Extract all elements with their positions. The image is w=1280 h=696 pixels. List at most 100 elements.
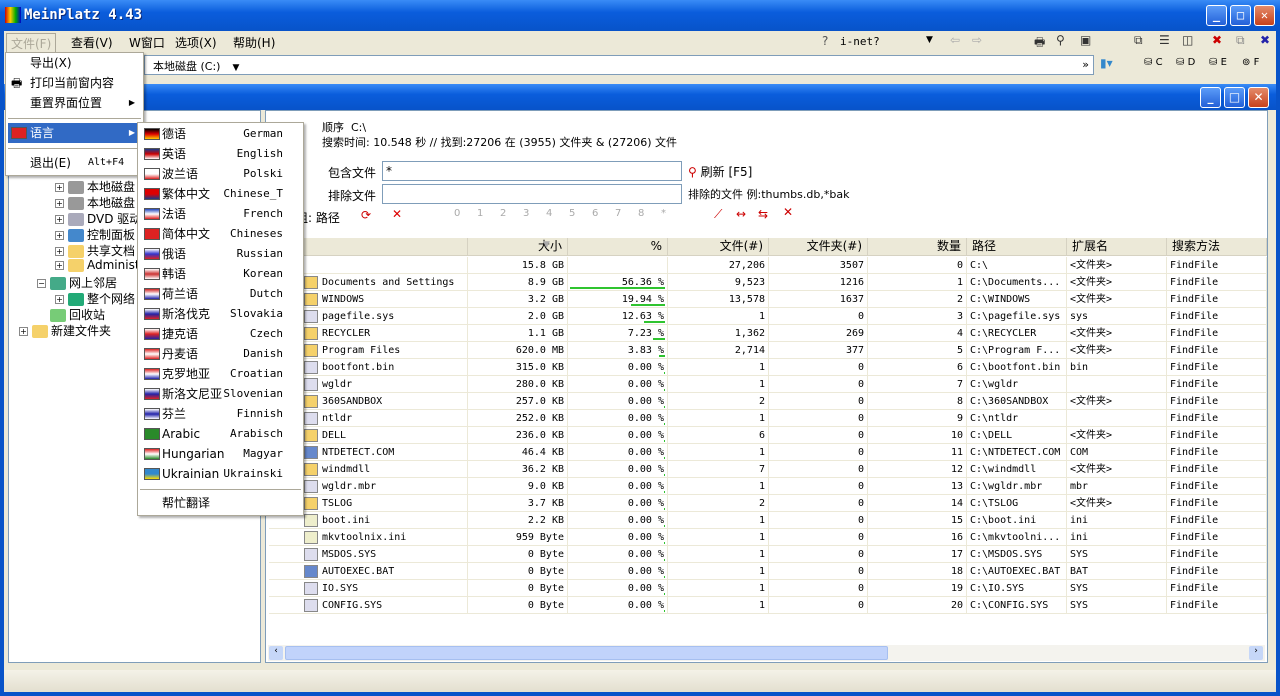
level-4-button[interactable]: 4: [546, 208, 552, 219]
table-row[interactable]: CONFIG.SYS 0 Byte 0.00 % 1 0 20 C:\CONFIG.SYS S…: [269, 597, 1267, 614]
close-button[interactable]: ✕: [1254, 5, 1275, 26]
menu-item-language-option[interactable]: Hungarian Magyar: [140, 444, 301, 464]
back-icon[interactable]: ⇦: [950, 33, 960, 47]
table-row[interactable]: mkvtoolnix.ini 959 Byte 0.00 % 1 0 16 C:\mkvto…: [269, 529, 1267, 546]
menu-item-language-option[interactable]: 韩语 Korean: [140, 264, 301, 284]
column-header[interactable]: 搜索方法: [1167, 238, 1267, 256]
print-icon[interactable]: 🖶: [1034, 33, 1045, 54]
column-header[interactable]: %: [568, 238, 668, 256]
menu-item-language-option[interactable]: 简体中文 Chineses: [140, 224, 301, 244]
menu-item-language-option[interactable]: 英语 English: [140, 144, 301, 164]
drive-f-button[interactable]: ⊚ F: [1242, 57, 1259, 68]
tree-item[interactable]: + 整个网络: [55, 290, 135, 307]
refresh-button[interactable]: ⚲ 刷新 [F5]: [688, 163, 752, 180]
table-row[interactable]: AUTOEXEC.BAT 0 Byte 0.00 % 1 0 18 C:\AUTOEXEC.…: [269, 563, 1267, 580]
fit-columns-icon[interactable]: ⇆: [758, 207, 768, 221]
table-row[interactable]: wgldr 280.0 KB 0.00 % 1 0 7 C:\wgldr FindFile: [269, 376, 1267, 393]
tree-item[interactable]: + 控制面板: [55, 226, 135, 243]
delete-icon[interactable]: ✕: [392, 207, 402, 221]
menu-help[interactable]: 帮助(H): [229, 33, 279, 52]
menu-item-language-option[interactable]: 俄语 Russian: [140, 244, 301, 264]
scroll-left-button[interactable]: ‹: [269, 646, 283, 660]
menu-item-language-option[interactable]: 繁体中文 Chinese_T: [140, 184, 301, 204]
table-row[interactable]: DELL 236.0 KB 0.00 % 6 0 10 C:\DELL <文件夹> FindFi…: [269, 427, 1267, 444]
menu-item-language-option[interactable]: 斯洛伐克 Slovakia: [140, 304, 301, 324]
level-7-button[interactable]: 7: [615, 208, 621, 219]
expand-icon[interactable]: +: [55, 261, 64, 270]
menu-item-help-translate[interactable]: 帮忙翻译: [140, 493, 301, 513]
maximize-button[interactable]: □: [1230, 5, 1251, 26]
restore-icon[interactable]: ⧉: [1236, 33, 1245, 48]
minimize-button[interactable]: _: [1206, 5, 1227, 26]
menu-item-language-option[interactable]: 德语 German: [140, 124, 301, 144]
column-header[interactable]: 文件(#): [668, 238, 769, 256]
chevron-down-icon[interactable]: ▼: [232, 63, 239, 73]
table-row[interactable]: 360SANDBOX 257.0 KB 0.00 % 2 0 8 C:\360SANDBOX…: [269, 393, 1267, 410]
menu-view[interactable]: 查看(V): [67, 33, 117, 52]
expand-columns-icon[interactable]: ↔: [736, 207, 746, 221]
column-header[interactable]: 数量: [868, 238, 967, 256]
child-close-button[interactable]: ✕: [1248, 87, 1269, 108]
close-all-icon[interactable]: ✖: [1260, 33, 1270, 47]
level-0-button[interactable]: 0: [454, 208, 460, 219]
scroll-right-button[interactable]: ›: [1249, 646, 1263, 660]
table-row[interactable]: IO.SYS 0 Byte 0.00 % 1 0 19 C:\IO.SYS SYS FindFi…: [269, 580, 1267, 597]
level-all-button[interactable]: *: [661, 208, 666, 219]
computer-icon[interactable]: ▮▾: [1100, 56, 1113, 70]
child-maximize-button[interactable]: □: [1224, 87, 1245, 108]
search-icon[interactable]: ⚲: [1056, 33, 1065, 47]
address-combo[interactable]: 本地磁盘 (C:) ▼ »: [144, 55, 1094, 75]
drive-d-button[interactable]: ⛁ D: [1176, 57, 1195, 68]
exclude-input[interactable]: [382, 184, 682, 204]
level-2-button[interactable]: 2: [500, 208, 506, 219]
include-input[interactable]: *: [382, 161, 682, 181]
column-header[interactable]: 大小: [468, 238, 568, 256]
menu-item-language-option[interactable]: 波兰语 Polski: [140, 164, 301, 184]
expand-icon[interactable]: +: [55, 183, 64, 192]
expand-icon[interactable]: +: [55, 199, 64, 208]
inet-dropdown[interactable]: i-net?: [840, 35, 880, 48]
drive-c-button[interactable]: ⛁ C: [1144, 57, 1163, 68]
menu-item-language-option[interactable]: 斯洛文尼亚 Slovenian: [140, 384, 301, 404]
drive-e-button[interactable]: ⛁ E: [1209, 57, 1227, 68]
menu-item-language[interactable]: 语言 ▶: [8, 123, 141, 143]
cascade-icon[interactable]: ⧉: [1134, 33, 1143, 48]
table-row[interactable]: TSLOG 3.7 KB 0.00 % 2 0 14 C:\TSLOG <文件夹> FindFi…: [269, 495, 1267, 512]
menu-item-reset-layout[interactable]: 重置界面位置 ▶: [8, 93, 141, 113]
column-header[interactable]: 路径: [967, 238, 1067, 256]
column-header[interactable]: 扩展名: [1067, 238, 1167, 256]
table-row[interactable]: pagefile.sys 2.0 GB 12.63 % 1 0 3 C:\pagefile.…: [269, 308, 1267, 325]
table-row[interactable]: Documents and Settings 8.9 GB 56.36 % 9,523…: [269, 274, 1267, 291]
table-row[interactable]: Program Files 620.0 MB 3.83 % 2,714 377 5 C:\P…: [269, 342, 1267, 359]
scroll-thumb[interactable]: [285, 646, 888, 660]
abort-icon[interactable]: ✕: [783, 205, 793, 219]
device-icon[interactable]: ▣: [1080, 33, 1091, 47]
expand-icon[interactable]: +: [19, 327, 28, 336]
table-row[interactable]: windmdll 36.2 KB 0.00 % 7 0 12 C:\windmdll <文件夹…: [269, 461, 1267, 478]
close-window-icon[interactable]: ✖: [1212, 33, 1222, 47]
refresh-group-icon[interactable]: ⟳: [361, 208, 371, 222]
menu-item-print[interactable]: 🖶 打印当前窗内容: [8, 73, 141, 93]
level-8-button[interactable]: 8: [638, 208, 644, 219]
menu-options[interactable]: 选项(X): [171, 33, 221, 52]
forward-icon[interactable]: ⇨: [972, 33, 982, 47]
collapse-icon[interactable]: −: [37, 279, 46, 288]
table-row[interactable]: C:\15.8 GB27,20635070C:\<文件夹>FindFile: [269, 257, 1267, 274]
menu-item-export[interactable]: 导出(X): [8, 53, 141, 73]
horizontal-scrollbar[interactable]: ‹ ›: [268, 645, 1265, 661]
tree-item[interactable]: + 本地磁盘 (I: [55, 194, 147, 211]
menu-item-language-option[interactable]: 丹麦语 Danish: [140, 344, 301, 364]
menu-item-language-option[interactable]: 荷兰语 Dutch: [140, 284, 301, 304]
tile-horizontal-icon[interactable]: ☰: [1159, 33, 1170, 47]
clear-icon[interactable]: ⟋: [714, 207, 722, 222]
menu-item-language-option[interactable]: 法语 French: [140, 204, 301, 224]
tree-item[interactable]: + 共享文档: [55, 242, 135, 259]
tree-item[interactable]: + 本地磁盘 (I: [55, 178, 147, 195]
expand-icon[interactable]: »: [1082, 58, 1089, 71]
expand-icon[interactable]: +: [55, 215, 64, 224]
table-row[interactable]: boot.ini 2.2 KB 0.00 % 1 0 15 C:\boot.ini ini Fi…: [269, 512, 1267, 529]
table-row[interactable]: NTDETECT.COM 46.4 KB 0.00 % 1 0 11 C:\NTDETECT…: [269, 444, 1267, 461]
menu-item-language-option[interactable]: Arabic Arabisch: [140, 424, 301, 444]
menu-item-exit[interactable]: 退出(E) Alt+F4: [8, 153, 141, 173]
table-row[interactable]: MSDOS.SYS 0 Byte 0.00 % 1 0 17 C:\MSDOS.SYS SYS…: [269, 546, 1267, 563]
